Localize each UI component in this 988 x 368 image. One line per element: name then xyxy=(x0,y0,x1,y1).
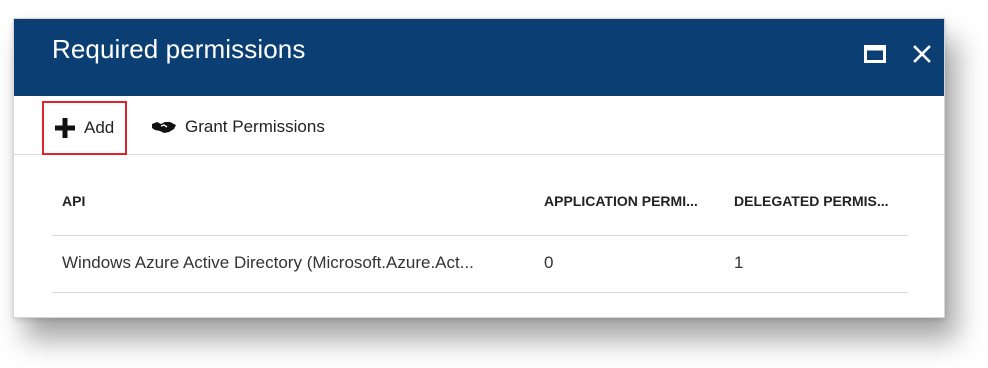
plus-icon xyxy=(54,117,76,139)
table-header: API APPLICATION PERMI... DELEGATED PERMI… xyxy=(52,179,908,236)
close-button[interactable] xyxy=(907,39,937,69)
column-header-api[interactable]: API xyxy=(62,193,85,209)
blade-header: Required permissions xyxy=(14,19,944,96)
screenshot-stage: Required permissions Add Grant Permissio… xyxy=(0,0,988,368)
maximize-button[interactable] xyxy=(860,39,890,69)
grant-permissions-button[interactable]: Grant Permissions xyxy=(151,110,325,144)
handshake-icon xyxy=(151,118,177,136)
table-row[interactable]: Windows Azure Active Directory (Microsof… xyxy=(52,236,908,293)
column-header-delegated-permissions[interactable]: DELEGATED PERMIS... xyxy=(734,193,889,209)
required-permissions-blade: Required permissions Add Grant Permissio… xyxy=(13,18,945,318)
close-icon xyxy=(913,45,931,63)
add-button-label: Add xyxy=(84,118,115,137)
command-bar: Add Grant Permissions xyxy=(14,96,944,155)
permissions-table: API APPLICATION PERMI... DELEGATED PERMI… xyxy=(52,179,908,293)
grant-permissions-label: Grant Permissions xyxy=(185,117,325,136)
cell-application-permissions: 0 xyxy=(544,253,554,272)
blade-title: Required permissions xyxy=(52,34,306,64)
maximize-icon xyxy=(864,45,886,63)
column-header-application-permissions[interactable]: APPLICATION PERMI... xyxy=(544,193,698,209)
cell-api: Windows Azure Active Directory (Microsof… xyxy=(62,253,474,272)
cell-delegated-permissions: 1 xyxy=(734,253,744,272)
add-button[interactable]: Add xyxy=(42,101,127,155)
